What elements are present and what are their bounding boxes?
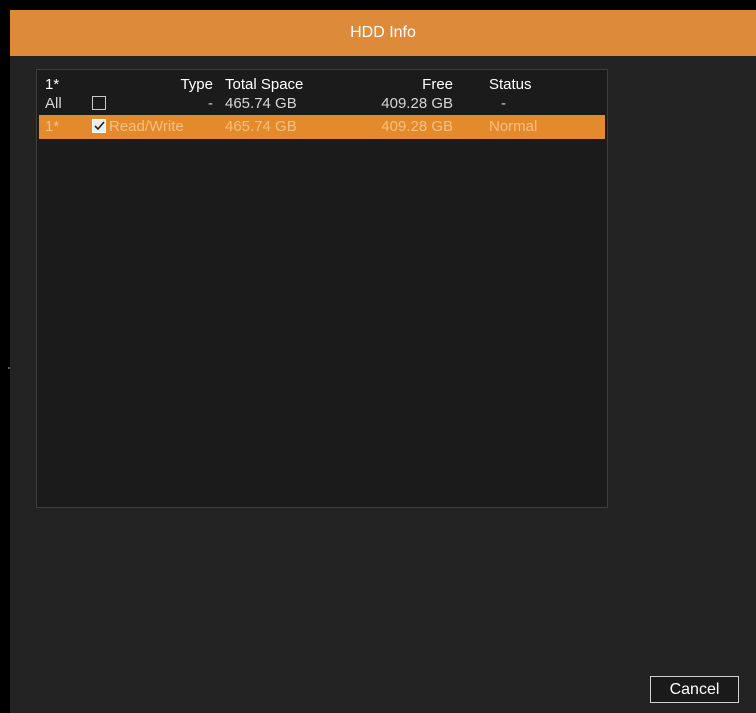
row-type: Read/Write	[109, 118, 184, 135]
column-header-total-space: Total Space	[225, 76, 304, 93]
column-header-status: Status	[489, 76, 532, 93]
edge-mark	[8, 367, 10, 369]
row-status: Normal	[489, 118, 538, 135]
cancel-button[interactable]: Cancel	[650, 676, 739, 703]
hdd-table: 1* Type Total Space Free Status All - 46…	[36, 69, 608, 508]
row-id: 1*	[45, 118, 60, 135]
table-header-row: 1* Type Total Space Free Status	[39, 74, 605, 95]
column-header-id: 1*	[45, 76, 60, 93]
hdd-info-window: HDD Info 1* Type Total Space Free Status…	[10, 10, 756, 713]
column-header-type: Type	[180, 76, 213, 93]
row-free: 409.28 GB	[381, 118, 453, 135]
table-row[interactable]: 1* Read/Write 465.74 GB 409.28 GB Normal	[39, 115, 605, 139]
checkmark-icon	[93, 121, 105, 131]
row-type: -	[208, 95, 213, 112]
row-total-space: 465.74 GB	[225, 95, 297, 112]
row-checkbox[interactable]	[92, 119, 106, 133]
row-total-space: 465.74 GB	[225, 118, 297, 135]
row-id: All	[45, 95, 62, 112]
title-bar: HDD Info	[10, 10, 756, 56]
row-free: 409.28 GB	[381, 95, 453, 112]
table-row-all[interactable]: All - 465.74 GB 409.28 GB -	[39, 93, 605, 114]
window-title: HDD Info	[350, 24, 416, 41]
row-status: -	[501, 95, 506, 112]
column-header-free: Free	[422, 76, 453, 93]
